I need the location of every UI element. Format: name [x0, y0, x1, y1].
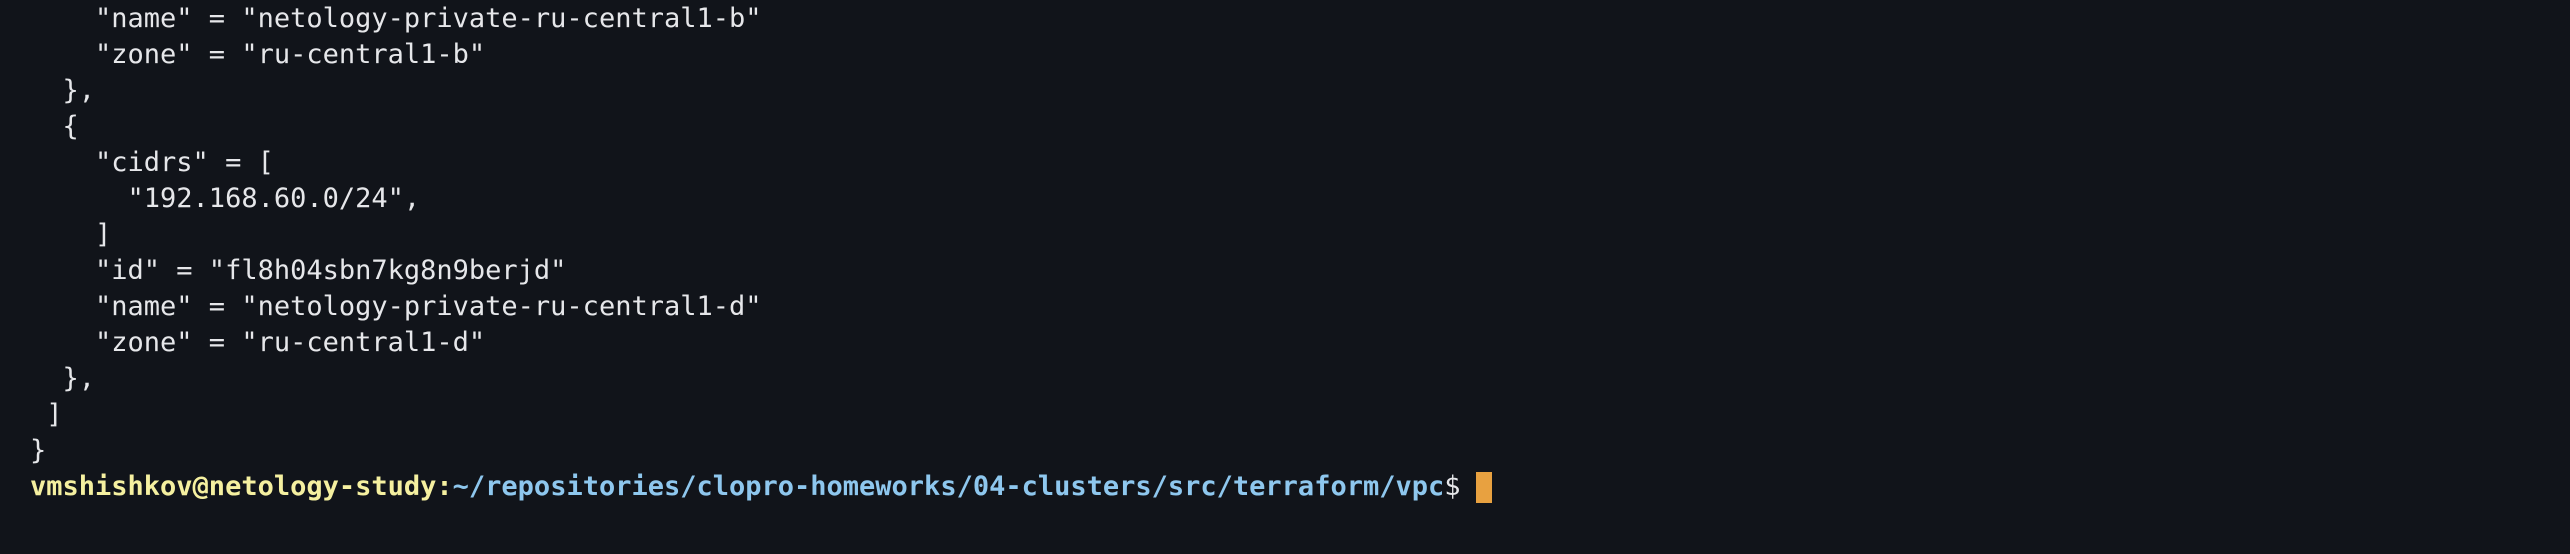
output-line: "zone" = "ru-central1-b": [30, 39, 486, 70]
prompt-path: ~/repositories/clopro-homeworks/04-clust…: [452, 471, 1445, 502]
shell-prompt[interactable]: vmshishkov@netology-study: ~/repositories…: [30, 469, 1492, 505]
output-line: },: [30, 363, 96, 394]
prompt-colon: :: [436, 471, 453, 502]
output-line: "id" = "fl8h04sbn7kg8n9berjd": [30, 255, 567, 286]
prompt-user-host: vmshishkov@netology-study: [30, 471, 437, 502]
output-line: ]: [30, 399, 63, 430]
text-cursor[interactable]: [1475, 471, 1492, 503]
output-line: }: [30, 435, 47, 466]
output-line: "zone" = "ru-central1-d": [30, 327, 486, 358]
output-line: "192.168.60.0/24",: [30, 183, 421, 214]
output-line: },: [30, 75, 96, 106]
output-line: "name" = "netology-private-ru-central1-d…: [30, 291, 762, 322]
output-line: {: [30, 111, 79, 142]
terminal-output: "name" = "netology-private-ru-central1-b…: [30, 1, 1492, 505]
output-line: "cidrs" = [: [30, 147, 274, 178]
prompt-dollar: $: [1444, 471, 1461, 502]
output-line: ]: [30, 219, 112, 250]
terminal-window[interactable]: "name" = "netology-private-ru-central1-b…: [0, 0, 2570, 554]
output-line: "name" = "netology-private-ru-central1-b…: [30, 3, 762, 34]
